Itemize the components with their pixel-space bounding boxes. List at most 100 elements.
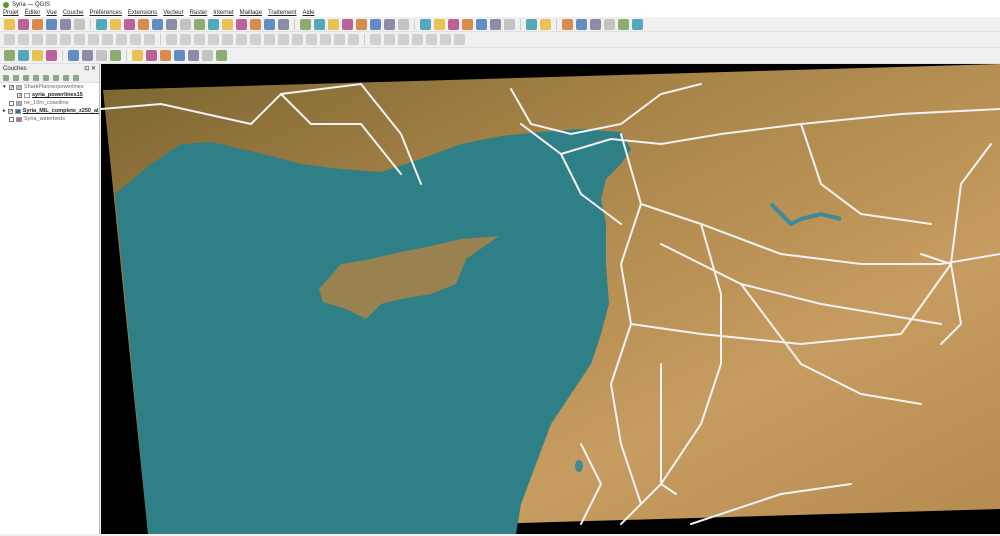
zoom-out-icon[interactable] (138, 18, 149, 30)
vertex-tool-icon[interactable] (60, 34, 71, 45)
label-4-icon[interactable] (412, 34, 423, 45)
pan-icon[interactable] (96, 18, 107, 30)
layer-checkbox[interactable] (9, 100, 14, 106)
copy-icon[interactable] (102, 34, 113, 45)
temporal-icon[interactable] (264, 18, 275, 30)
menu-traitement[interactable]: Traitement (268, 10, 296, 16)
save-edits-icon[interactable] (32, 34, 43, 45)
annotation-icon[interactable] (384, 18, 395, 30)
rotate-label-icon[interactable] (188, 50, 199, 61)
measure-icon[interactable] (370, 18, 381, 30)
menu-maillage[interactable]: Maillage (240, 10, 262, 16)
statistics-icon[interactable] (342, 18, 353, 30)
menu-editer[interactable]: Éditer (25, 10, 41, 16)
layer-checkbox[interactable]: ✓ (7, 108, 13, 114)
label-7-icon[interactable] (454, 34, 465, 45)
expand-toggle[interactable]: ▾ (3, 84, 7, 90)
show-bookmarks-icon[interactable] (250, 18, 261, 30)
layer-item[interactable]: ne_10m_coastline (0, 99, 99, 107)
digitize-a-icon[interactable] (166, 34, 177, 45)
digitize-b-icon[interactable] (180, 34, 191, 45)
new-project-icon[interactable] (4, 18, 15, 30)
visibility-icon[interactable] (23, 74, 29, 81)
plugin-3-icon[interactable] (590, 18, 601, 30)
edit-3-icon[interactable] (96, 50, 107, 61)
edit-4-icon[interactable] (110, 50, 121, 61)
plugin-2-icon[interactable] (576, 18, 587, 30)
expression-icon[interactable] (43, 74, 49, 81)
digitize-n-icon[interactable] (348, 34, 359, 45)
edit-2-icon[interactable] (82, 50, 93, 61)
zoom-in-icon[interactable] (124, 18, 135, 30)
attribute-table-icon[interactable] (314, 18, 325, 30)
add-group-icon[interactable] (13, 74, 19, 81)
open-table-icon[interactable] (18, 50, 29, 61)
layer-checkbox[interactable]: ✓ (17, 92, 22, 98)
plugin-4-icon[interactable] (604, 18, 615, 30)
identify-icon[interactable] (300, 18, 311, 30)
deselect-icon[interactable] (46, 50, 57, 61)
redo-icon[interactable] (144, 34, 155, 45)
digitize-j-icon[interactable] (292, 34, 303, 45)
text-annotation-icon[interactable] (216, 50, 227, 61)
label-tool-icon[interactable] (132, 50, 143, 61)
label-2-icon[interactable] (384, 34, 395, 45)
zoom-last-icon[interactable] (208, 18, 219, 30)
save-project-icon[interactable] (32, 18, 43, 30)
delete-icon[interactable] (74, 34, 85, 45)
paste-icon[interactable] (116, 34, 127, 45)
undo-icon[interactable] (130, 34, 141, 45)
print-layout-icon[interactable] (60, 18, 71, 30)
digitize-c-icon[interactable] (194, 34, 205, 45)
menu-couche[interactable]: Couche (63, 10, 84, 16)
select-features-icon[interactable] (4, 50, 15, 61)
digitize-m-icon[interactable] (334, 34, 345, 45)
digitize-f-icon[interactable] (236, 34, 247, 45)
filter-icon[interactable] (33, 74, 39, 81)
expand-toggle[interactable]: ▸ (3, 108, 6, 114)
field-calculator-icon[interactable] (356, 18, 367, 30)
digitize-h-icon[interactable] (264, 34, 275, 45)
digitize-e-icon[interactable] (222, 34, 233, 45)
save-as-icon[interactable] (46, 18, 57, 30)
current-edits-icon[interactable] (4, 34, 15, 45)
new-bookmark-icon[interactable] (236, 18, 247, 30)
cut-icon[interactable] (88, 34, 99, 45)
tips-icon[interactable] (398, 18, 409, 30)
menu-preferences[interactable]: Préférences (90, 10, 122, 16)
layer-checkbox[interactable]: ✓ (9, 84, 14, 90)
collapse-icon[interactable] (63, 74, 69, 81)
zoom-native-icon[interactable] (194, 18, 205, 30)
digitize-7-icon[interactable] (504, 18, 515, 30)
edit-1-icon[interactable] (68, 50, 79, 61)
digitize-4-icon[interactable] (462, 18, 473, 30)
zoom-full-icon[interactable] (152, 18, 163, 30)
style-icon[interactable] (3, 74, 9, 81)
layer-item[interactable]: Syria_waterbeds (0, 115, 99, 123)
digitize-g-icon[interactable] (250, 34, 261, 45)
label-5-icon[interactable] (426, 34, 437, 45)
plugin-6-icon[interactable] (632, 18, 643, 30)
layer-item[interactable]: ✓ syria_powerlines15 (0, 91, 99, 99)
label-3-icon[interactable] (398, 34, 409, 45)
digitize-l-icon[interactable] (320, 34, 331, 45)
menu-vecteur[interactable]: Vecteur (163, 10, 183, 16)
layer-checkbox[interactable] (9, 116, 14, 122)
digitize-k-icon[interactable] (306, 34, 317, 45)
layer-item[interactable]: ▾ ✓ SharkPlannerpowerlines (0, 83, 99, 91)
zoom-to-selection-icon[interactable] (166, 18, 177, 30)
zoom-next-icon[interactable] (222, 18, 233, 30)
layer-item[interactable]: ▸✓ Syria_MIL_complete_z250_all_m (0, 107, 99, 115)
menu-internet[interactable]: Internet (213, 10, 233, 16)
change-label-icon[interactable] (202, 50, 213, 61)
menu-projet[interactable]: Projet (3, 10, 19, 16)
style-manager-icon[interactable] (74, 18, 85, 30)
select-by-expression-icon[interactable] (32, 50, 43, 61)
select-icon[interactable] (328, 18, 339, 30)
remove-icon[interactable] (73, 74, 79, 81)
plugin-5-icon[interactable] (618, 18, 629, 30)
open-project-icon[interactable] (18, 18, 29, 30)
map-canvas[interactable] (100, 64, 1000, 534)
menu-extensions[interactable]: Extensions (128, 10, 157, 16)
label-1-icon[interactable] (370, 34, 381, 45)
